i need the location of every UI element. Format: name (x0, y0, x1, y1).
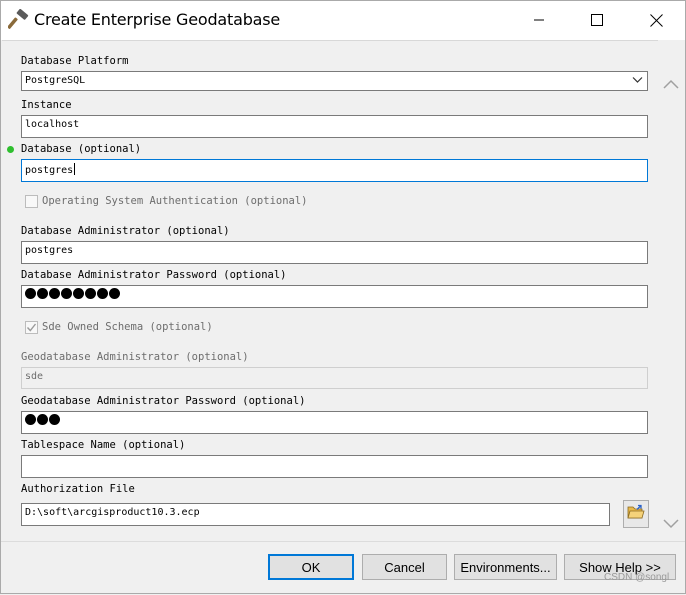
db-admin-password-input[interactable] (21, 285, 648, 308)
scroll-up-icon[interactable] (663, 74, 679, 93)
gdb-admin-password-input[interactable] (21, 411, 648, 434)
masked-password (25, 414, 60, 425)
gdb-admin-value: sde (25, 371, 44, 382)
close-button[interactable] (627, 0, 685, 40)
title-bar: Create Enterprise Geodatabase (0, 0, 686, 40)
database-input[interactable]: postgres (21, 159, 648, 182)
database-platform-label: Database Platform (21, 55, 129, 67)
os-auth-label: Operating System Authentication (optiona… (42, 195, 308, 207)
gdb-admin-label: Geodatabase Administrator (optional) (21, 351, 249, 363)
close-icon (649, 13, 663, 27)
masked-password (25, 288, 120, 299)
authorization-file-label: Authorization File (21, 483, 135, 495)
database-platform-select[interactable]: PostgreSQL (21, 71, 648, 91)
checkmark-icon (26, 322, 37, 333)
os-auth-checkbox[interactable] (25, 195, 38, 208)
database-label: Database (optional) (21, 143, 142, 155)
db-admin-label: Database Administrator (optional) (21, 225, 230, 237)
authorization-file-input[interactable]: D:\soft\arcgisproduct10.3.ecp (21, 503, 610, 526)
minimize-button[interactable] (510, 0, 568, 40)
text-cursor (74, 163, 76, 175)
ok-button[interactable]: OK (268, 554, 354, 580)
watermark: CSDN @songl (604, 572, 670, 583)
gdb-admin-password-label: Geodatabase Administrator Password (opti… (21, 395, 306, 407)
browse-button[interactable] (623, 500, 649, 528)
database-value: postgres (25, 165, 74, 176)
db-admin-password-label: Database Administrator Password (optiona… (21, 269, 287, 281)
vertical-scrollbar[interactable] (659, 41, 683, 541)
minimize-icon (533, 14, 545, 26)
maximize-icon (591, 14, 603, 26)
cancel-button[interactable]: Cancel (362, 554, 447, 580)
environments-button[interactable]: Environments... (454, 554, 557, 580)
maximize-button[interactable] (568, 0, 626, 40)
instance-label: Instance (21, 99, 72, 111)
gdb-admin-input: sde (21, 367, 648, 389)
window-title: Create Enterprise Geodatabase (34, 10, 281, 29)
instance-input[interactable]: localhost (21, 115, 648, 138)
sde-owned-schema-checkbox[interactable] (25, 321, 38, 334)
authorization-file-value: D:\soft\arcgisproduct10.3.ecp (25, 507, 200, 518)
tablespace-input[interactable] (21, 455, 648, 478)
folder-open-icon (627, 504, 645, 524)
db-admin-input[interactable]: postgres (21, 241, 648, 264)
database-platform-value: PostgreSQL (25, 75, 86, 86)
sde-owned-schema-label: Sde Owned Schema (optional) (42, 321, 213, 333)
chevron-down-icon (632, 76, 643, 87)
tablespace-label: Tablespace Name (optional) (21, 439, 186, 451)
db-admin-value: postgres (25, 245, 74, 256)
instance-value: localhost (25, 119, 80, 130)
hammer-icon (7, 8, 30, 31)
valid-indicator-icon (7, 146, 14, 153)
scroll-down-icon[interactable] (663, 514, 679, 533)
